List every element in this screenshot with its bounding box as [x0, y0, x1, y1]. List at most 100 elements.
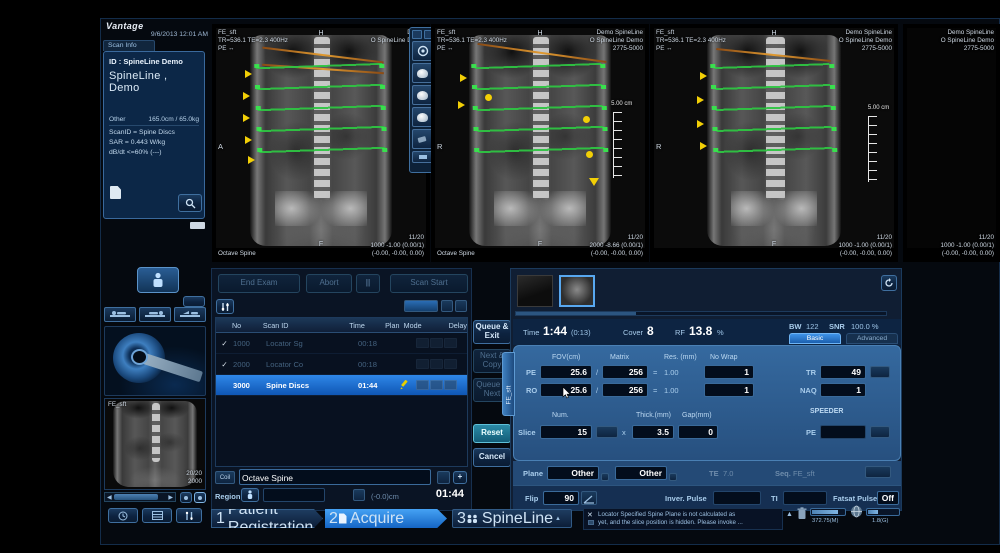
- mode-chip[interactable]: [444, 380, 457, 390]
- slice-marker-icon[interactable]: [697, 96, 705, 105]
- col-plan[interactable]: Plan: [381, 321, 404, 330]
- cancel-button[interactable]: Cancel: [473, 448, 511, 467]
- viewport-3[interactable]: 5.00 cm FE_sft TR=536.1 TE=2.3 400Hz PE ↔ …: [650, 24, 898, 262]
- landmark-dot[interactable]: [585, 151, 593, 159]
- plan-pencil-icon[interactable]: [399, 379, 410, 390]
- coil-3d-view[interactable]: [104, 326, 206, 396]
- thumbnail-scrollbar[interactable]: ◀ ▶: [104, 492, 176, 502]
- end-exam-button[interactable]: End Exam: [218, 274, 300, 293]
- view-mode-2-button[interactable]: [194, 492, 206, 503]
- mri-image-1[interactable]: [216, 28, 426, 248]
- trash-icon[interactable]: [797, 507, 807, 520]
- table-row[interactable]: ✓ 2000 Locator Co 00:18: [216, 354, 467, 375]
- col-no[interactable]: No: [232, 321, 263, 330]
- slice-marker-icon[interactable]: [245, 135, 253, 144]
- step-patient-registration[interactable]: 1 Patient Registration: [211, 509, 323, 528]
- plane-dd-2[interactable]: [669, 473, 677, 481]
- naq-field[interactable]: 1: [820, 383, 866, 397]
- expand-message-icon[interactable]: ▲: [786, 511, 793, 518]
- viewport-1[interactable]: FE_sftTR=536.1 TE=2.3 400HzPE ↔ H DemoO …: [212, 24, 430, 262]
- region-select[interactable]: [263, 488, 325, 502]
- seq-option-chip[interactable]: [865, 466, 891, 478]
- tr-unit-chip[interactable]: [870, 366, 890, 378]
- slice-num-field[interactable]: 15: [540, 425, 592, 439]
- sort-button[interactable]: [176, 508, 202, 523]
- coil-value-field[interactable]: Octave Spine: [239, 469, 431, 485]
- thick-field[interactable]: 3.5: [632, 425, 674, 439]
- mode-chip[interactable]: [444, 359, 457, 369]
- slice-marker-icon[interactable]: [247, 155, 255, 164]
- refresh-button[interactable]: [881, 275, 897, 291]
- mode-chip[interactable]: [416, 380, 429, 390]
- coil-button[interactable]: Coil: [215, 471, 235, 484]
- mri-image-3[interactable]: 5.00 cm: [654, 28, 894, 248]
- position-supine-button[interactable]: [174, 307, 206, 322]
- slice-marker-icon[interactable]: [245, 69, 253, 78]
- thumbnail-strip-scrollbar[interactable]: [515, 311, 887, 316]
- tab-basic[interactable]: Basic: [789, 333, 841, 344]
- list-mini-button[interactable]: [441, 300, 453, 312]
- abort-button[interactable]: Abort: [306, 274, 352, 293]
- slice-lines[interactable]: [714, 63, 834, 169]
- clock-button[interactable]: [108, 508, 138, 523]
- slice-mode-chip[interactable]: [596, 426, 618, 438]
- slice-marker-icon[interactable]: [699, 72, 707, 80]
- speeder-chip[interactable]: [870, 426, 890, 438]
- slice-lines[interactable]: [256, 63, 386, 169]
- table-list-button[interactable]: [142, 508, 172, 523]
- roi-move-tool-button[interactable]: [412, 85, 433, 105]
- plane-select-1[interactable]: Other: [547, 466, 599, 480]
- network-globe-icon[interactable]: [850, 505, 863, 518]
- eraser-tool-button[interactable]: [412, 129, 433, 149]
- col-delay[interactable]: Delay: [449, 321, 467, 330]
- col-mode[interactable]: Mode: [404, 321, 449, 330]
- mode-chip[interactable]: [430, 338, 443, 348]
- ro-nowrap-field[interactable]: 1: [704, 383, 754, 397]
- table-row-selected[interactable]: 3000 Spine Discs 01:44: [216, 375, 467, 396]
- col-time[interactable]: Time: [349, 321, 381, 330]
- scan-start-button[interactable]: Scan Start: [390, 274, 468, 293]
- speeder-pe-field[interactable]: [820, 425, 866, 439]
- fatsat-field[interactable]: Off: [877, 491, 899, 505]
- mode-chip[interactable]: [416, 338, 429, 348]
- ti-field[interactable]: [783, 491, 827, 505]
- position-feet-first-button[interactable]: [139, 307, 171, 322]
- viewport-4[interactable]: Demo SpineLine O SpineLine Demo 2775-5000 …: [903, 24, 1000, 262]
- slice-marker-icon[interactable]: [243, 91, 251, 100]
- scan-info-tab[interactable]: Scan Info: [103, 40, 155, 51]
- scroll-handle[interactable]: [114, 494, 158, 500]
- step-acquire[interactable]: 2 Acquire: [325, 509, 447, 528]
- close-message-icon[interactable]: ✕: [587, 511, 593, 520]
- view-mode-1-button[interactable]: [180, 492, 192, 503]
- inver-pulse-field[interactable]: [713, 491, 761, 505]
- slice-marker-icon[interactable]: [460, 74, 468, 83]
- sidebar-thumbnail[interactable]: FE_sft 20/20 2000: [104, 398, 206, 490]
- table-row[interactable]: ✓ 1000 Locator Sg 00:18: [216, 333, 467, 354]
- pin-message-icon[interactable]: [588, 520, 594, 525]
- patient-position-button[interactable]: [137, 267, 179, 293]
- tr-field[interactable]: 49: [820, 365, 866, 379]
- mode-chip[interactable]: [430, 380, 443, 390]
- step-spineline[interactable]: 3 SpineLine ▲: [452, 509, 572, 528]
- roi-rotate-tool-button[interactable]: [412, 107, 433, 127]
- sequence-thumbnail[interactable]: [517, 275, 553, 307]
- scroll-left-icon[interactable]: ◀: [107, 494, 112, 501]
- queue-exit-button[interactable]: Queue & Exit: [473, 320, 511, 344]
- step3-expand-icon[interactable]: ▲: [555, 516, 561, 522]
- list-option-button[interactable]: [404, 300, 438, 312]
- gap-field[interactable]: 0: [678, 425, 718, 439]
- mode-chip[interactable]: [416, 359, 429, 369]
- tab-advanced[interactable]: Advanced: [846, 333, 898, 344]
- region-checkbox[interactable]: [353, 489, 365, 501]
- region-body-button[interactable]: [241, 488, 259, 502]
- mode-chip[interactable]: [444, 338, 457, 348]
- position-head-first-button[interactable]: [104, 307, 136, 322]
- roi-tool-button[interactable]: [412, 63, 433, 83]
- pe-matrix-field[interactable]: 256: [602, 365, 648, 379]
- sequence-side-tab[interactable]: FE_sft: [502, 352, 515, 416]
- slice-marker-icon[interactable]: [458, 100, 466, 109]
- flip-field[interactable]: 90: [543, 491, 579, 505]
- palette-mini-button[interactable]: [412, 30, 422, 39]
- list-mini-button[interactable]: [455, 300, 467, 312]
- sequence-thumbnail-selected[interactable]: [559, 275, 595, 307]
